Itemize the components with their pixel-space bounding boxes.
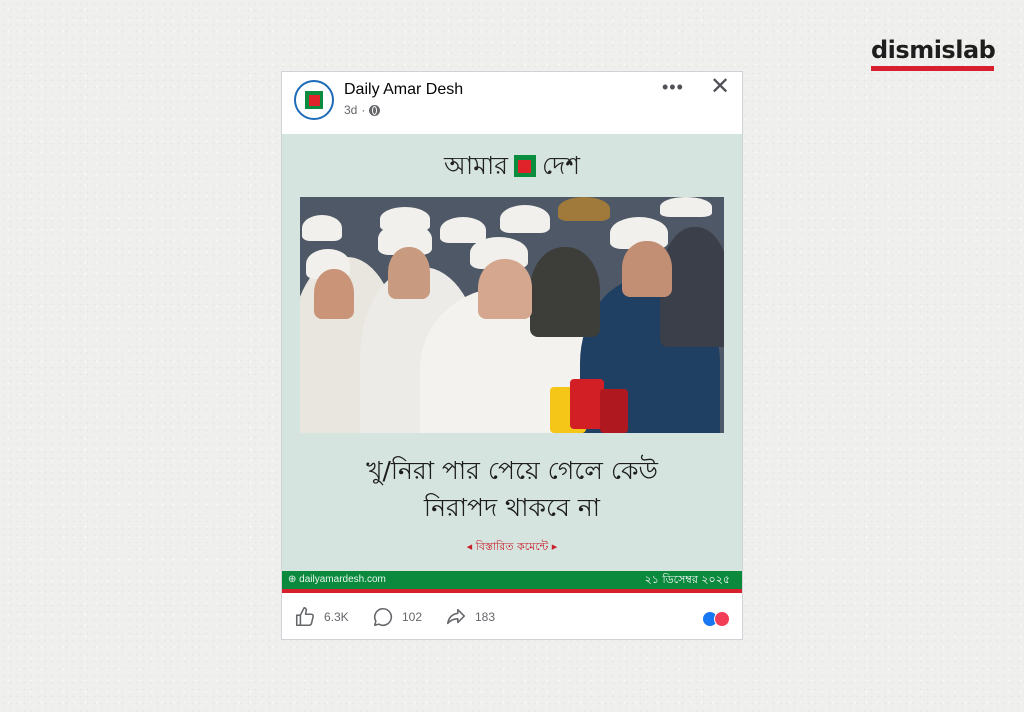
share-button[interactable]: 183 [445, 606, 495, 628]
headline-line-1: খু/নিরা পার পেয়ে গেলে কেউ [366, 456, 658, 485]
masthead-word-1: আমার [443, 151, 508, 180]
publish-date: ২১ ডিসেম্বর ২০২৫ [644, 573, 730, 586]
globe-icon [369, 104, 381, 116]
triangle-left-icon: ◂ [466, 540, 476, 553]
reactions-summary[interactable] [702, 611, 732, 627]
masthead-word-2: দেশ [541, 151, 581, 180]
like-button[interactable]: 6.3K [294, 606, 349, 628]
cta-text: বিস্তারিত কমেন্টে [475, 540, 549, 553]
card-footer-bar: ⊕ dailyamardesh.com ২১ ডিসেম্বর ২০২৫ [282, 571, 742, 589]
post-meta: 3d · [344, 103, 381, 117]
close-button[interactable]: ✕ [710, 74, 730, 100]
post-time[interactable]: 3d [344, 103, 357, 117]
globe-icon: ⊕ [288, 574, 300, 585]
footer-red-stripe [282, 589, 742, 593]
brand-underline [871, 66, 994, 71]
thumbs-up-icon [295, 607, 314, 627]
brand-name: dismislab [871, 36, 996, 64]
headline-line-2: নিরাপদ থাকবে না [423, 493, 601, 522]
share-icon [446, 608, 466, 625]
share-count: 183 [475, 610, 496, 624]
more-options-button[interactable]: ••• [662, 78, 684, 96]
comment-count: 102 [402, 610, 423, 624]
headline: খু/নিরা পার পেয়ে গেলে কেউ নিরাপদ থাকবে … [282, 452, 742, 526]
post-header: Daily Amar Desh 3d · ••• ✕ [282, 72, 742, 134]
details-in-comment: ◂ বিস্তারিত কমেন্টে ▸ [282, 538, 742, 557]
flag-square-icon [513, 155, 536, 177]
engagement-bar: 6.3K 102 183 [282, 606, 742, 634]
triangle-right-icon: ▸ [548, 540, 558, 553]
post-image-card[interactable]: আমার দেশ খু/নিরা পার পেয়ে গেলে কেউ নিরা… [282, 134, 742, 571]
comment-button[interactable]: 102 [372, 606, 422, 628]
dismislab-logo: dismislab [871, 36, 996, 71]
news-photo [300, 197, 724, 433]
love-reaction-icon [714, 611, 730, 627]
page-name[interactable]: Daily Amar Desh [344, 81, 463, 99]
like-count: 6.3K [324, 610, 349, 624]
meta-separator: · [361, 103, 366, 117]
website-text: dailyamardesh.com [299, 574, 386, 585]
amar-desh-logo-icon [305, 91, 323, 109]
facebook-post: Daily Amar Desh 3d · ••• ✕ আমার দেশ খু/ন… [281, 71, 743, 640]
website-url: ⊕ dailyamardesh.com [288, 573, 386, 587]
page-avatar[interactable] [294, 80, 334, 120]
comment-icon [373, 607, 393, 627]
amar-desh-masthead: আমার দেশ [282, 150, 742, 182]
